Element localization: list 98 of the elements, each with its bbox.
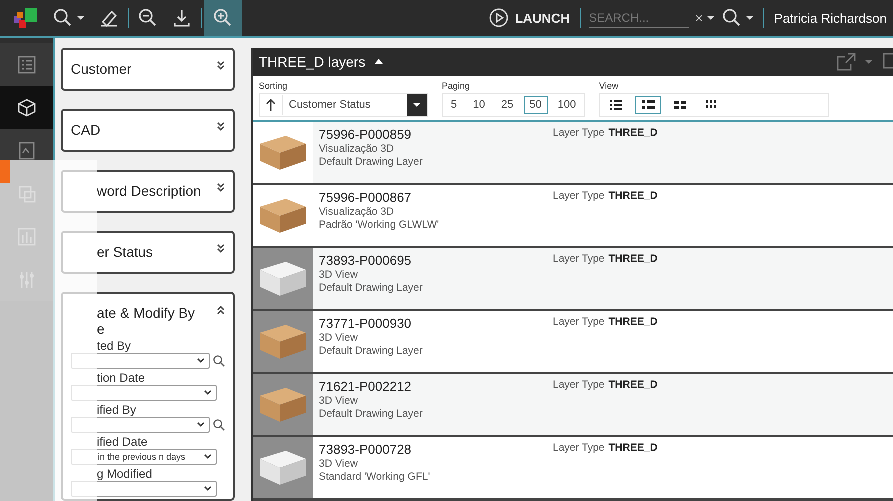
layer-row[interactable]: 73771-P000930 3D View Default Drawing Layer Layer Type THREE_D xyxy=(253,311,893,372)
grid-large-icon xyxy=(673,99,688,111)
layer-type-label: Layer Type xyxy=(553,127,605,139)
field-label: tion Date xyxy=(97,371,146,385)
layer-view: 3D View xyxy=(319,458,359,470)
list-compact-icon xyxy=(609,99,624,111)
layer-description: Default Drawing Layer xyxy=(319,345,424,357)
layer-view: 3D View xyxy=(319,269,359,281)
filter-title: ate & Modify By xyxy=(97,305,196,321)
layer-type-value: THREE_D xyxy=(608,379,658,391)
field-label: ted By xyxy=(97,339,132,353)
search-icon[interactable] xyxy=(213,355,225,367)
search-field[interactable]: SEARCH... xyxy=(589,8,690,28)
layer-name: 75996-P000859 xyxy=(319,127,413,142)
search-icon xyxy=(53,8,73,28)
page-size-option[interactable]: 100 xyxy=(552,96,582,114)
view-label: View xyxy=(599,81,620,91)
layer-type-label: Layer Type xyxy=(553,379,605,391)
page-size-option[interactable]: 50 xyxy=(524,96,548,114)
layer-view: Visualização 3D xyxy=(319,143,396,155)
chevron-down-icon[interactable] xyxy=(217,183,225,193)
logo-icon xyxy=(14,8,38,28)
chevron-down-icon xyxy=(204,390,212,396)
layer-name: 73771-P000930 xyxy=(319,316,413,331)
zoom-out-icon xyxy=(138,8,158,28)
zoom-in-button[interactable] xyxy=(204,0,242,36)
search-icon xyxy=(722,8,742,28)
chevron-down-icon[interactable] xyxy=(217,122,225,132)
field-label: ified By xyxy=(97,403,138,417)
layer-description: Standard 'Working GFL' xyxy=(319,471,432,483)
layer-name: 73893-P000695 xyxy=(319,253,413,268)
layer-name: 71621-P002212 xyxy=(319,379,413,394)
filter-title: CAD xyxy=(71,122,101,138)
filter-title: word Description xyxy=(97,183,202,199)
layer-row[interactable]: 73893-P000728 3D View Standard 'Working GFL' Layer Type THREE_D xyxy=(253,437,893,498)
layer-type-label: Layer Type xyxy=(553,442,605,454)
layer-row[interactable]: 73893-P000695 3D View Default Drawing Layer Layer Type THREE_D xyxy=(253,248,893,309)
layer-type-value: THREE_D xyxy=(608,316,658,328)
cube-icon xyxy=(16,98,36,118)
chevron-down-icon[interactable] xyxy=(217,61,225,71)
page-size-option[interactable]: 10 xyxy=(467,96,492,114)
layer-type-value: THREE_D xyxy=(608,442,658,454)
filter-subtitle: e xyxy=(97,321,106,337)
layer-type-label: Layer Type xyxy=(553,316,605,328)
list-icon xyxy=(16,54,36,74)
caret-up-icon[interactable] xyxy=(374,58,384,66)
clear-button[interactable]: × xyxy=(695,10,704,26)
chevron-down-icon[interactable] xyxy=(217,244,225,254)
layer-view: 3D View xyxy=(319,395,359,407)
chevron-down-icon xyxy=(197,358,205,364)
caret-icon[interactable] xyxy=(77,15,85,21)
search-icon[interactable] xyxy=(213,419,225,431)
sorting-label: Sorting xyxy=(259,81,289,91)
layer-name: 75996-P000867 xyxy=(319,190,413,205)
chevron-down-icon xyxy=(204,454,212,460)
layer-view: 3D View xyxy=(319,332,359,344)
chevron-down-icon xyxy=(204,486,212,492)
layer-type-value: THREE_D xyxy=(608,190,658,202)
layer-view: Visualização 3D xyxy=(319,206,396,218)
layer-row[interactable]: 75996-P000867 Visualização 3D Padrão 'Working GLWLW' Layer Type THREE_D xyxy=(253,185,893,246)
download-icon xyxy=(172,8,192,28)
layer-name: 73893-P000728 xyxy=(319,442,413,457)
paging-label: Paging xyxy=(442,81,472,91)
image-icon xyxy=(16,140,36,160)
layer-type-value: THREE_D xyxy=(608,127,658,139)
launch-button[interactable]: LAUNCH xyxy=(481,8,578,28)
chevron-up-icon[interactable] xyxy=(217,305,225,315)
chevron-down-icon xyxy=(197,422,205,428)
page-size-option[interactable]: 25 xyxy=(495,96,520,114)
layer-row[interactable]: 71621-P002212 3D View Default Drawing Layer Layer Type THREE_D xyxy=(253,374,893,435)
panel-title: THREE_D layers xyxy=(259,54,366,70)
play-circle-icon xyxy=(489,8,510,28)
cube-tab[interactable] xyxy=(0,86,53,129)
layer-type-label: Layer Type xyxy=(553,253,605,265)
list-view-button[interactable] xyxy=(635,96,662,114)
page-size-option[interactable]: 5 xyxy=(445,96,464,114)
field-label: g Modified xyxy=(97,467,154,481)
user-name[interactable]: Patricia Richardson xyxy=(766,10,893,26)
caret-icon[interactable] xyxy=(746,15,754,21)
layer-description: Default Drawing Layer xyxy=(319,156,424,168)
external-link-icon[interactable] xyxy=(835,52,857,72)
window-icon[interactable] xyxy=(881,52,893,72)
caret-icon[interactable] xyxy=(413,102,421,108)
layer-description: Default Drawing Layer xyxy=(319,408,424,420)
layer-type-value: THREE_D xyxy=(608,253,658,265)
field-label: ified Date xyxy=(97,435,149,449)
list-tab[interactable] xyxy=(0,43,53,86)
caret-icon[interactable] xyxy=(707,15,716,21)
layer-description: Padrão 'Working GLWLW' xyxy=(319,219,440,231)
zoom-in-icon xyxy=(213,8,233,28)
list-icon xyxy=(641,99,656,111)
eraser-icon xyxy=(99,8,119,28)
layer-type-label: Layer Type xyxy=(553,190,605,202)
layer-row[interactable]: 75996-P000859 Visualização 3D Default Drawing Layer Layer Type THREE_D xyxy=(253,122,893,183)
filter-title: er Status xyxy=(97,244,154,260)
sort-select[interactable]: Customer Status xyxy=(282,95,427,115)
layer-description: Default Drawing Layer xyxy=(319,282,424,294)
filter-title: Customer xyxy=(71,61,132,77)
